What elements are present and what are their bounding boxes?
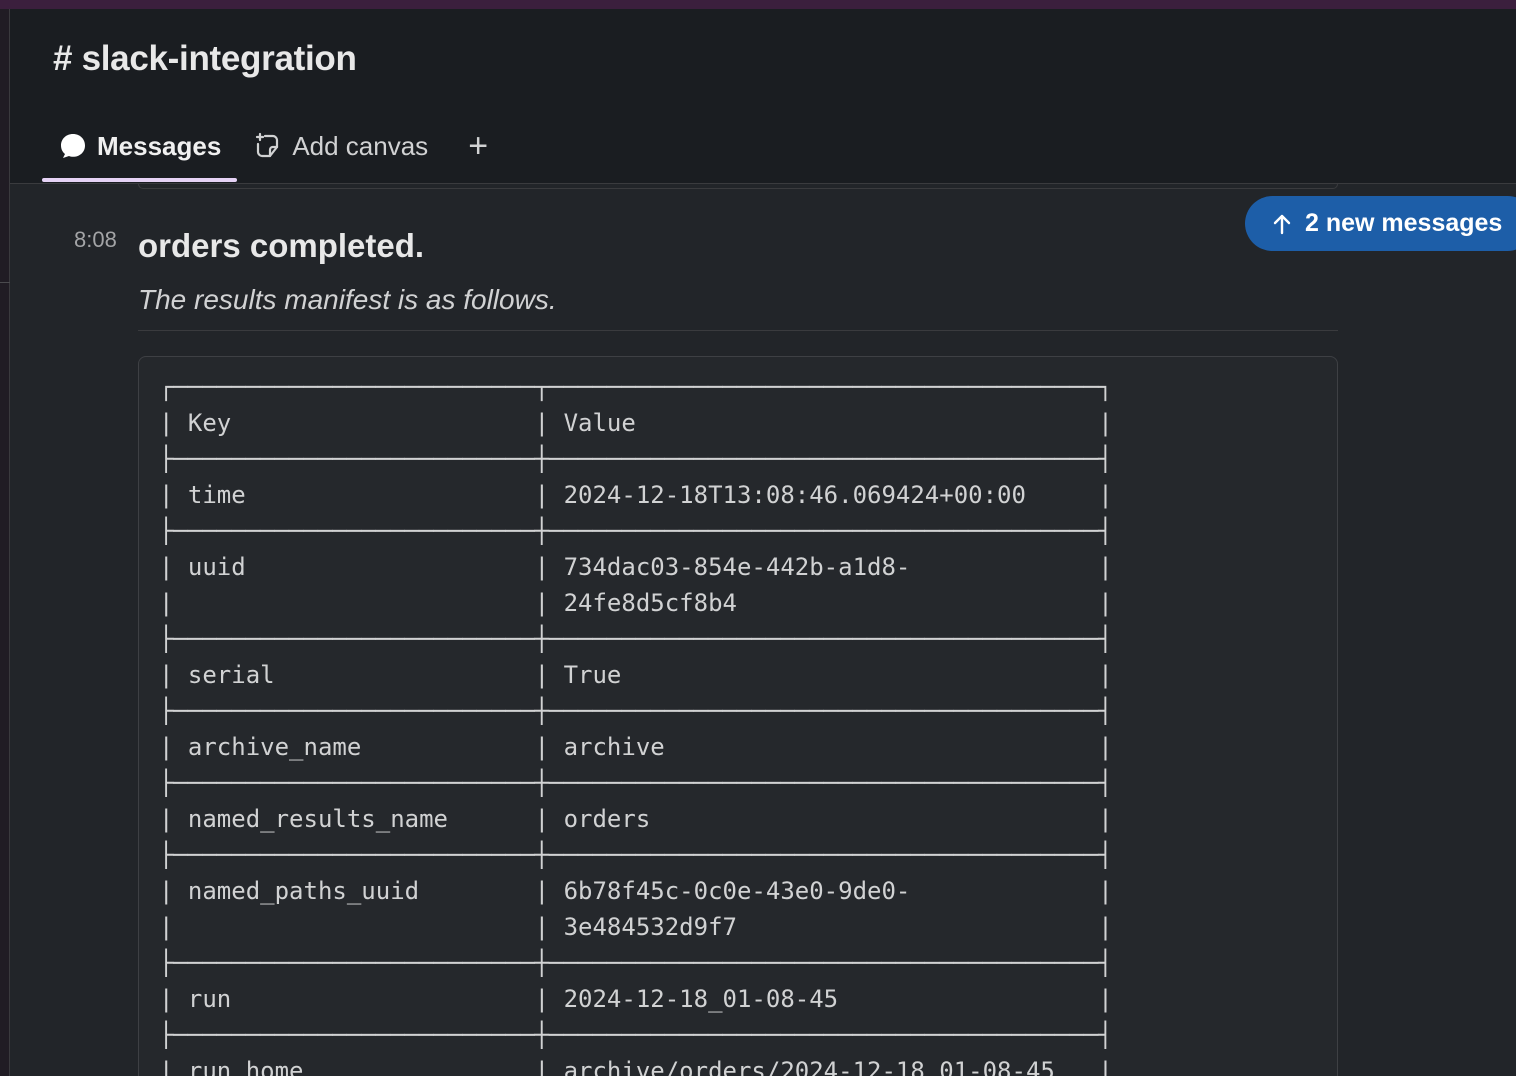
message-divider <box>138 330 1338 331</box>
channel-title[interactable]: # slack-integration <box>53 39 357 79</box>
sidebar-edge <box>0 9 10 1076</box>
manifest-table-text: ┌─────────────────────────┬─────────────… <box>159 373 1113 1076</box>
add-tab-button[interactable]: + <box>456 123 500 169</box>
canvas-icon <box>253 131 283 161</box>
new-messages-label: 2 new messages <box>1305 209 1503 237</box>
tab-add-canvas-label: Add canvas <box>292 130 429 161</box>
message-bubble-icon <box>58 131 88 161</box>
message-timestamp[interactable]: 8:08 <box>74 227 117 253</box>
sidebar-edge-divider <box>0 282 10 283</box>
message-title: orders completed. <box>138 227 425 264</box>
tab-messages-label: Messages <box>97 130 222 161</box>
new-messages-button[interactable]: 2 new messages <box>1245 196 1516 251</box>
previous-message-block-edge <box>138 184 1338 189</box>
message-list[interactable]: 8:08 orders completed. The results manif… <box>10 184 1516 1076</box>
channel-tabs: Messages Add canvas + <box>42 123 500 183</box>
tab-messages[interactable]: Messages <box>42 123 238 182</box>
channel-header: # slack-integration Messages Add canvas <box>10 9 1516 184</box>
manifest-code-block: ┌─────────────────────────┬─────────────… <box>138 356 1338 1076</box>
workspace-top-strip <box>0 0 1516 9</box>
tab-add-canvas[interactable]: Add canvas <box>237 123 444 169</box>
arrow-up-icon <box>1271 212 1293 236</box>
plus-icon: + <box>468 126 489 165</box>
message-subtitle: The results manifest is as follows. <box>138 284 557 315</box>
